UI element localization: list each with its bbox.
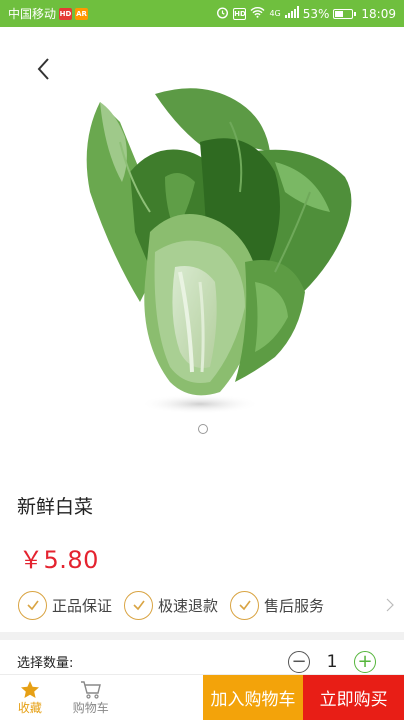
check-circle-icon: [18, 590, 47, 620]
product-image[interactable]: [60, 82, 360, 422]
product-price: ￥5.80: [19, 546, 99, 574]
clock: 18:09: [361, 6, 396, 21]
hd-call-icon: HD: [233, 7, 247, 20]
cart-button[interactable]: 购物车: [60, 675, 122, 720]
guarantee-item-refund: 极速退款: [124, 590, 219, 620]
alarm-icon: [216, 6, 229, 22]
chevron-left-icon: [37, 58, 49, 80]
product-title: 新鲜白菜: [17, 496, 94, 518]
wifi-icon: [250, 6, 265, 21]
ar-badge-icon: AR: [75, 7, 89, 20]
cabbage-image: [86, 88, 352, 414]
cart-label: 购物车: [72, 701, 109, 715]
favorite-button[interactable]: 收藏: [0, 675, 60, 720]
guarantee-label: 极速退款: [158, 596, 219, 615]
battery-icon: [333, 8, 357, 19]
increase-quantity-button[interactable]: +: [354, 651, 376, 673]
guarantee-item-after-sales: 售后服务: [230, 590, 325, 620]
star-icon: [20, 679, 40, 699]
chevron-right-icon: [386, 597, 394, 616]
network-type-label: 4G: [269, 9, 281, 18]
guarantee-label: 售后服务: [264, 596, 325, 615]
carrier-label: 中国移动: [8, 7, 57, 21]
quantity-stepper: − 1 +: [288, 651, 376, 673]
check-circle-icon: [124, 590, 154, 620]
status-bar: 中国移动 HD AR HD 4G 53% 18:09: [0, 0, 404, 27]
favorite-label: 收藏: [17, 701, 42, 715]
check-circle-icon: [230, 590, 260, 620]
shopping-cart-icon: [80, 679, 102, 699]
quantity-label: 选择数量:: [17, 656, 74, 671]
quantity-value: 1: [326, 652, 338, 672]
guarantee-item-authentic: 正品保证: [18, 590, 113, 620]
signal-icon: [284, 6, 299, 21]
add-to-cart-button[interactable]: 加入购物车: [202, 675, 304, 720]
section-divider: [0, 632, 404, 640]
guarantee-label: 正品保证: [52, 596, 113, 615]
bottom-action-bar: 收藏 购物车 加入购物车 立即购买: [0, 674, 404, 720]
back-button[interactable]: [28, 54, 58, 84]
service-guarantees-row[interactable]: 正品保证 极速退款 售后服务: [18, 588, 404, 622]
buy-now-button[interactable]: 立即购买: [303, 675, 404, 720]
carousel-indicator: [198, 424, 208, 434]
battery-percent: 53%: [302, 6, 330, 21]
hd-badge-icon: HD: [59, 7, 73, 20]
decrease-quantity-button[interactable]: −: [288, 651, 310, 673]
battery-level: [335, 10, 344, 17]
